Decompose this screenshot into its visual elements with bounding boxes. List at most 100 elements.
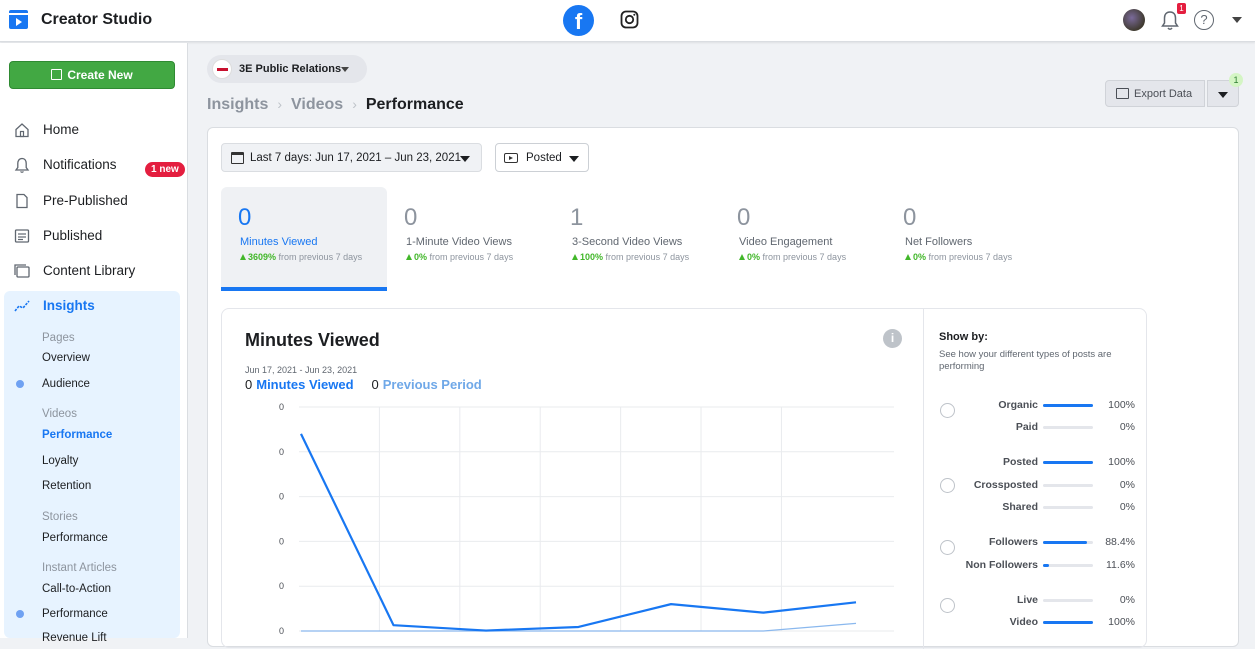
sub-item-stories-performance[interactable]: Performance [42, 532, 108, 544]
metric-change: 0% from previous 7 days [739, 252, 846, 262]
notification-count-badge: 1 [1177, 3, 1186, 14]
compose-icon [51, 69, 63, 80]
panel-divider [923, 309, 924, 649]
breakdown-percent: 100% [1108, 456, 1135, 468]
legend-minutes-viewed[interactable]: Minutes Viewed [256, 377, 353, 392]
page-logo [212, 59, 232, 79]
y-tick-label: 0 [279, 492, 284, 502]
sidebar-item-label: Home [43, 122, 80, 137]
pages-header: Pages [42, 332, 75, 344]
sidebar-item-label: Insights [43, 298, 95, 313]
chevron-right-icon: › [277, 96, 283, 112]
date-range-label: Last 7 days: Jun 17, 2021 – Jun 23, 2021 [250, 152, 461, 164]
arrow-up-icon [572, 254, 578, 260]
arrow-up-icon [905, 254, 911, 260]
export-data-label: Export Data [1134, 88, 1193, 100]
sidebar-item-pre-published[interactable]: Pre-Published [0, 185, 188, 217]
video-icon [504, 153, 518, 163]
breakdown-percent: 100% [1108, 399, 1135, 411]
metric-value: 0 [404, 204, 418, 231]
metric-change: 0% from previous 7 days [905, 252, 1012, 262]
breakdown-label: Paid [1015, 421, 1038, 433]
post-type-filter[interactable]: Posted [495, 143, 589, 172]
sub-item-overview[interactable]: Overview [42, 352, 90, 364]
breakdown-percent: 0% [1119, 594, 1135, 606]
page-selector[interactable]: 3E Public Relations [207, 55, 367, 83]
metric-tab-net-followers[interactable]: 0 Net Followers 0% from previous 7 days [886, 187, 1052, 291]
app-title[interactable]: Creator Studio [41, 11, 152, 29]
metric-change-value: 100% [580, 252, 604, 262]
breakdown-label: Followers [988, 536, 1038, 548]
export-icon [1116, 88, 1129, 99]
calendar-icon [231, 152, 244, 164]
metric-change-suffix: from previous 7 days [762, 252, 847, 262]
metric-tab-video-engagement[interactable]: 0 Video Engagement 0% from previous 7 da… [720, 187, 886, 291]
metric-tab-1-minute-views[interactable]: 0 1-Minute Video Views 0% from previous … [387, 187, 553, 291]
breakdown-label: Live [1016, 594, 1038, 606]
legend-value: 0 [245, 377, 253, 392]
show-by-radio[interactable] [940, 540, 955, 555]
breakdown-row: Shared 0% [962, 501, 1137, 515]
creator-studio-logo-icon[interactable] [9, 10, 28, 29]
sub-item-loyalty[interactable]: Loyalty [42, 455, 78, 467]
new-dot-icon [16, 610, 24, 618]
breakdown-percent: 0% [1119, 478, 1135, 491]
facebook-icon[interactable]: f [563, 5, 594, 36]
y-tick-label: 0 [279, 626, 284, 636]
sub-item-audience[interactable]: Audience [42, 378, 90, 390]
metric-value: 1 [570, 204, 584, 231]
breakdown-bar-fill [1043, 461, 1093, 464]
chart-title: Minutes Viewed [245, 330, 380, 350]
show-by-radio[interactable] [940, 598, 955, 613]
y-tick-label: 0 [279, 536, 284, 546]
sidebar-item-notifications[interactable]: Notifications 1 new [0, 149, 188, 181]
breakdown-percent: 88.4% [1105, 536, 1135, 548]
y-tick-label: 0 [279, 402, 284, 412]
metric-value: 0 [238, 204, 252, 231]
sidebar: Create New Home Notifications 1 new Pre-… [0, 43, 188, 644]
account-menu-chevron-icon[interactable] [1232, 17, 1242, 23]
breakdown-bar-track [1043, 541, 1093, 544]
sub-item-retention[interactable]: Retention [42, 480, 91, 492]
breadcrumb-insights[interactable]: Insights [207, 96, 268, 113]
sub-item-call-to-action[interactable]: Call-to-Action [42, 583, 111, 595]
breakdown-label: Crossposted [973, 478, 1038, 491]
sidebar-item-home[interactable]: Home [0, 114, 188, 146]
metric-change-value: 0% [913, 252, 927, 262]
arrow-up-icon [240, 254, 246, 260]
chevron-down-icon [460, 156, 470, 162]
breakdown-bar-track [1043, 483, 1093, 487]
legend-previous-period[interactable]: Previous Period [383, 377, 482, 392]
sidebar-item-insights[interactable]: Insights [0, 290, 188, 322]
metric-change: 100% from previous 7 days [572, 252, 689, 262]
help-icon[interactable]: ? [1194, 10, 1214, 30]
sidebar-item-published[interactable]: Published [0, 220, 188, 252]
breakdown-row: Video 100% [962, 616, 1137, 630]
export-data-button[interactable]: Export Data [1105, 80, 1205, 107]
breakdown-row: Live 0% [962, 594, 1137, 608]
show-by-radio[interactable] [940, 403, 955, 418]
breakdown-label: Shared [1002, 501, 1038, 513]
breakdown-label: Posted [1002, 456, 1038, 468]
metric-tab-minutes-viewed[interactable]: 0 Minutes Viewed 3609% from previous 7 d… [221, 187, 387, 291]
breakdown-bar-track [1043, 564, 1093, 567]
metric-label: Video Engagement [739, 236, 833, 248]
sub-item-video-performance[interactable]: Performance [42, 429, 112, 441]
videos-header: Videos [42, 408, 77, 420]
published-list-icon [14, 229, 30, 243]
info-icon[interactable]: i [883, 329, 902, 348]
show-by-radio[interactable] [940, 478, 955, 493]
instagram-icon[interactable] [620, 10, 639, 29]
legend-value: 0 [371, 377, 379, 392]
sub-item-articles-performance[interactable]: Performance [42, 608, 108, 620]
breakdown-row: Crossposted 0% [962, 479, 1137, 493]
avatar[interactable] [1123, 9, 1145, 31]
metric-label: 1-Minute Video Views [406, 236, 512, 248]
breadcrumb: Insights › Videos › Performance [207, 96, 464, 114]
sidebar-item-content-library[interactable]: Content Library [0, 255, 188, 287]
metric-tab-3-second-views[interactable]: 1 3-Second Video Views 100% from previou… [553, 187, 719, 291]
date-range-picker[interactable]: Last 7 days: Jun 17, 2021 – Jun 23, 2021 [221, 143, 482, 172]
sub-item-revenue-lift[interactable]: Revenue Lift [42, 632, 107, 644]
create-new-button[interactable]: Create New [9, 61, 175, 89]
breadcrumb-videos[interactable]: Videos [291, 96, 343, 113]
